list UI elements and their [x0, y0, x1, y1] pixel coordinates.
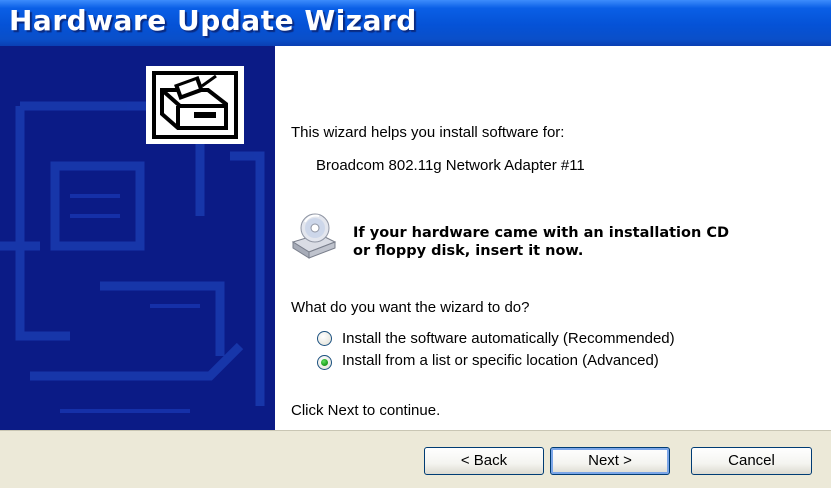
cd-message-line2: or floppy disk, insert it now. [353, 243, 584, 259]
hardware-install-icon [146, 66, 244, 144]
radio-label[interactable]: Install the software automatically (Reco… [342, 330, 675, 347]
cd-drive-icon [289, 212, 339, 260]
radio-button-selected[interactable] [317, 355, 332, 370]
wizard-side-banner [0, 46, 275, 430]
back-button[interactable]: < Back [424, 447, 544, 475]
radio-label[interactable]: Install from a list or specific location… [342, 352, 659, 369]
window-title: Hardware Update Wizard [9, 4, 417, 37]
footer-note: Click Next to continue. [291, 402, 441, 419]
wizard-content: This wizard helps you install software f… [275, 46, 831, 430]
device-name: Broadcom 802.11g Network Adapter #11 [316, 157, 585, 174]
next-button[interactable]: Next > [550, 447, 670, 475]
title-bar[interactable]: Hardware Update Wizard [0, 0, 831, 46]
button-bar: < Back Next > Cancel [0, 430, 831, 488]
hardware-update-wizard-window: Hardware Update Wizard This wizard helps… [0, 0, 831, 488]
cd-message-line1: If your hardware came with an installati… [353, 225, 730, 241]
question-text: What do you want the wizard to do? [291, 299, 530, 316]
intro-text: This wizard helps you install software f… [291, 124, 565, 141]
radio-button[interactable] [317, 331, 332, 346]
cancel-button[interactable]: Cancel [691, 447, 812, 475]
